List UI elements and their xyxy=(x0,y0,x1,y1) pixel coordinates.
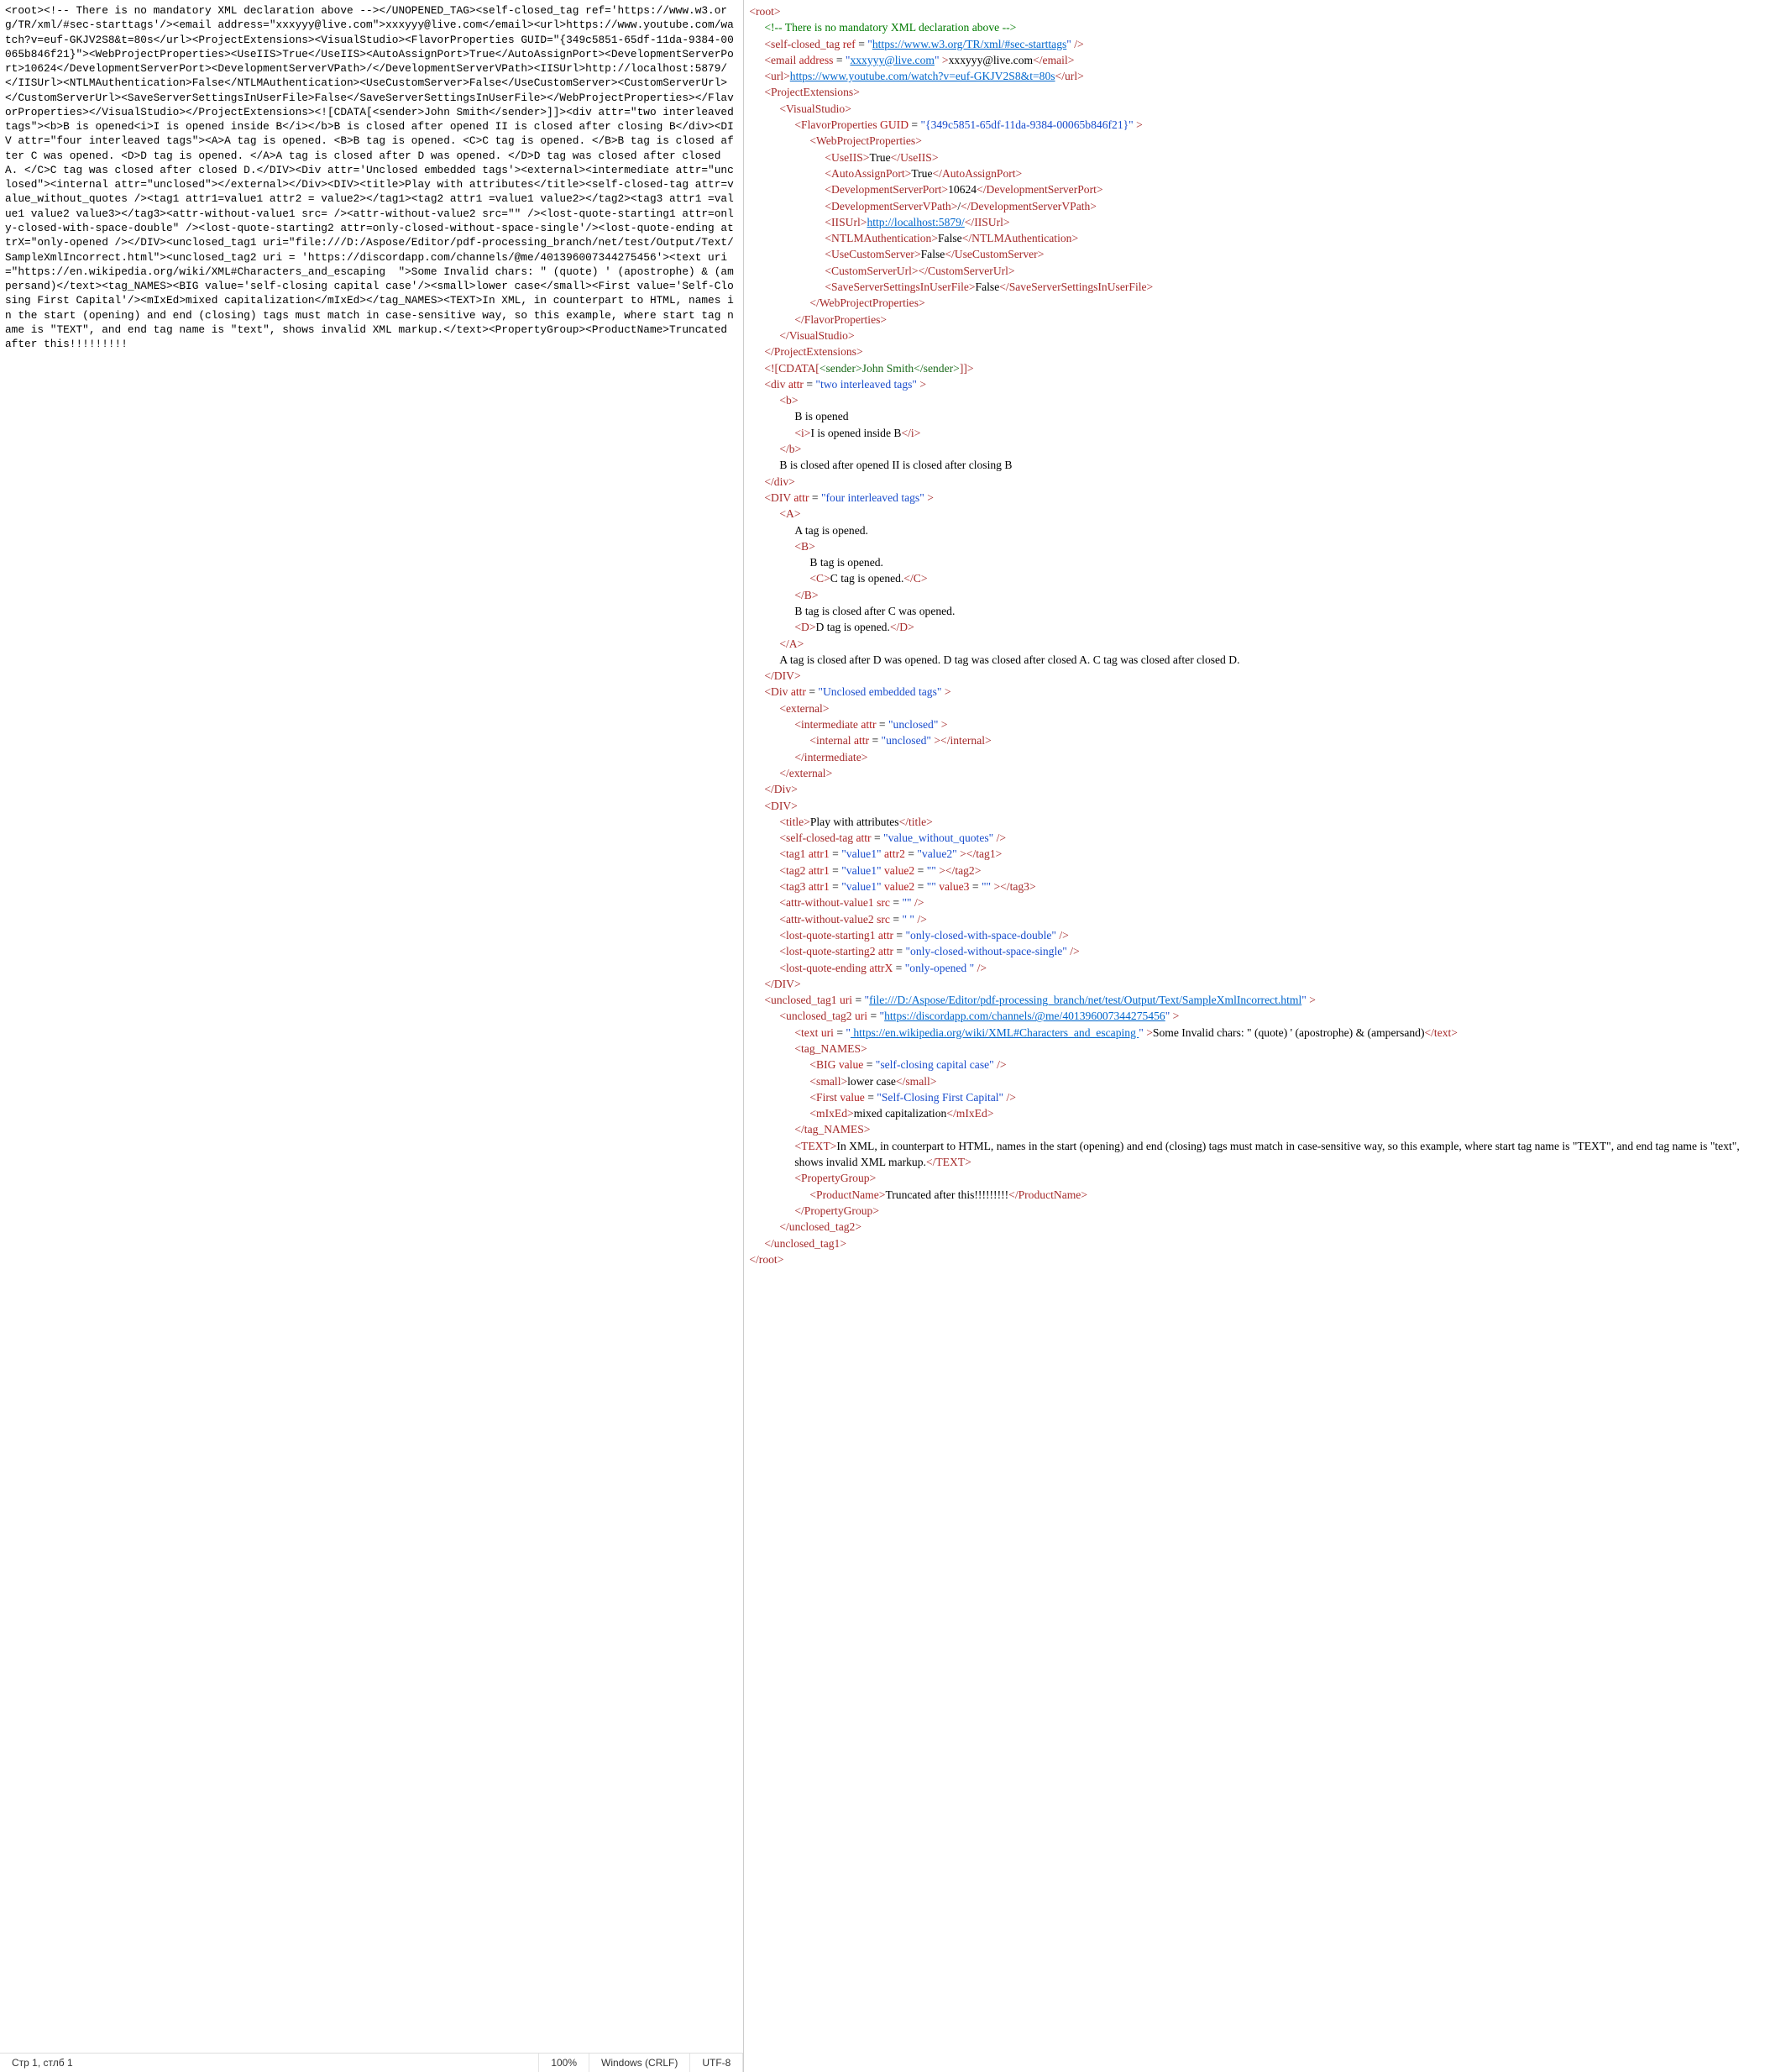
xml-line: </B> xyxy=(749,587,1765,603)
xml-line: <text uri = " https://en.wikipedia.org/w… xyxy=(749,1025,1765,1041)
xml-line: <internal attr = "unclosed" ></internal> xyxy=(749,732,1765,748)
xml-line: </external> xyxy=(749,765,1765,781)
xml-line: <DevelopmentServerVPath>/</DevelopmentSe… xyxy=(749,198,1765,214)
status-zoom[interactable]: 100% xyxy=(539,2054,589,2072)
xml-line: <SaveServerSettingsInUserFile>False</Sav… xyxy=(749,279,1765,295)
xml-line: <IISUrl>http://localhost:5879/</IISUrl> xyxy=(749,214,1765,230)
xml-line: <url>https://www.youtube.com/watch?v=euf… xyxy=(749,68,1765,84)
xml-line: <D>D tag is opened.</D> xyxy=(749,619,1765,635)
formatted-xml-pane[interactable]: <root><!-- There is no mandatory XML dec… xyxy=(744,0,1770,2072)
raw-xml-text[interactable]: <root><!-- There is no mandatory XML dec… xyxy=(0,0,743,2053)
xml-line: </VisualStudio> xyxy=(749,328,1765,344)
xml-line: <CustomServerUrl></CustomServerUrl> xyxy=(749,263,1765,279)
xml-line: <B> xyxy=(749,538,1765,554)
xml-line: <i>I is opened inside B</i> xyxy=(749,425,1765,441)
xml-line: </b> xyxy=(749,441,1765,457)
xml-line: <tag_NAMES> xyxy=(749,1041,1765,1057)
xml-line: A tag is closed after D was opened. D ta… xyxy=(749,652,1765,668)
xml-line: <A> xyxy=(749,506,1765,522)
xml-line: <DevelopmentServerPort>10624</Developmen… xyxy=(749,181,1765,197)
xml-line: </ProjectExtensions> xyxy=(749,344,1765,359)
xml-line: A tag is opened. xyxy=(749,522,1765,538)
xml-line: <UseIIS>True</UseIIS> xyxy=(749,149,1765,165)
xml-line: <DIV> xyxy=(749,798,1765,814)
xml-line: <C>C tag is opened.</C> xyxy=(749,570,1765,586)
xml-line: <PropertyGroup> xyxy=(749,1170,1765,1186)
xml-line: <tag1 attr1 = "value1" attr2 = "value2" … xyxy=(749,846,1765,862)
xml-line: </unclosed_tag2> xyxy=(749,1219,1765,1235)
xml-line: <![CDATA[<sender>John Smith</sender>]]> xyxy=(749,360,1765,376)
xml-line: <unclosed_tag1 uri = "file:///D:/Aspose/… xyxy=(749,992,1765,1008)
xml-line: <root> xyxy=(749,3,1765,19)
xml-line: <div attr = "two interleaved tags" > xyxy=(749,376,1765,392)
xml-line: <AutoAssignPort>True</AutoAssignPort> xyxy=(749,165,1765,181)
xml-line: <TEXT>In XML, in counterpart to HTML, na… xyxy=(749,1138,1765,1171)
xml-line: <FlavorProperties GUID = "{349c5851-65df… xyxy=(749,117,1765,133)
formatted-xml-tree: <root><!-- There is no mandatory XML dec… xyxy=(749,3,1765,1267)
xml-line: <ProjectExtensions> xyxy=(749,84,1765,100)
xml-line: </unclosed_tag1> xyxy=(749,1235,1765,1251)
xml-line: <attr-without-value2 src = " " /> xyxy=(749,911,1765,927)
status-encoding[interactable]: UTF-8 xyxy=(690,2054,743,2072)
xml-line: <mIxEd>mixed capitalization</mIxEd> xyxy=(749,1105,1765,1121)
xml-line: <lost-quote-ending attrX = "only-opened … xyxy=(749,960,1765,976)
status-eol[interactable]: Windows (CRLF) xyxy=(589,2054,690,2072)
xml-line: <unclosed_tag2 uri = "https://discordapp… xyxy=(749,1008,1765,1024)
xml-line: </Div> xyxy=(749,781,1765,797)
xml-line: <self-closed-tag attr = "value_without_q… xyxy=(749,830,1765,846)
xml-line: <external> xyxy=(749,700,1765,716)
xml-line: </DIV> xyxy=(749,668,1765,684)
xml-line: </intermediate> xyxy=(749,749,1765,765)
xml-line: <lost-quote-starting2 attr = "only-close… xyxy=(749,943,1765,959)
status-position: Стр 1, стлб 1 xyxy=(0,2054,539,2072)
xml-line: <WebProjectProperties> xyxy=(749,133,1765,149)
xml-line: <ProductName>Truncated after this!!!!!!!… xyxy=(749,1187,1765,1203)
xml-line: <Div attr = "Unclosed embedded tags" > xyxy=(749,684,1765,700)
xml-line: B is opened xyxy=(749,408,1765,424)
xml-line: B is closed after opened II is closed af… xyxy=(749,457,1765,473)
xml-line: </tag_NAMES> xyxy=(749,1121,1765,1137)
xml-line: B tag is closed after C was opened. xyxy=(749,603,1765,619)
xml-line: <UseCustomServer>False</UseCustomServer> xyxy=(749,246,1765,262)
xml-line: </FlavorProperties> xyxy=(749,312,1765,328)
xml-line: B tag is opened. xyxy=(749,554,1765,570)
xml-line: </div> xyxy=(749,474,1765,490)
xml-line: <self-closed_tag ref = "https://www.w3.o… xyxy=(749,36,1765,52)
xml-line: <DIV attr = "four interleaved tags" > xyxy=(749,490,1765,506)
xml-line: <lost-quote-starting1 attr = "only-close… xyxy=(749,927,1765,943)
raw-xml-pane[interactable]: <root><!-- There is no mandatory XML dec… xyxy=(0,0,744,2072)
xml-line: <intermediate attr = "unclosed" > xyxy=(749,716,1765,732)
xml-line: <small>lower case</small> xyxy=(749,1073,1765,1089)
xml-line: <tag2 attr1 = "value1" value2 = "" ></ta… xyxy=(749,863,1765,879)
xml-line: <tag3 attr1 = "value1" value2 = "" value… xyxy=(749,879,1765,894)
xml-line: <First value = "Self-Closing First Capit… xyxy=(749,1089,1765,1105)
xml-line: <VisualStudio> xyxy=(749,101,1765,117)
xml-line: </WebProjectProperties> xyxy=(749,295,1765,311)
xml-line: </PropertyGroup> xyxy=(749,1203,1765,1219)
xml-line: <b> xyxy=(749,392,1765,408)
xml-line: <NTLMAuthentication>False</NTLMAuthentic… xyxy=(749,230,1765,246)
xml-line: <BIG value = "self-closing capital case"… xyxy=(749,1057,1765,1073)
xml-line: <attr-without-value1 src = "" /> xyxy=(749,894,1765,910)
xml-line: </DIV> xyxy=(749,976,1765,992)
status-bar: Стр 1, стлб 1 100% Windows (CRLF) UTF-8 xyxy=(0,2053,743,2072)
xml-line: <email address = "xxxyyy@live.com" >xxxy… xyxy=(749,52,1765,68)
xml-line: </root> xyxy=(749,1251,1765,1267)
xml-line: <!-- There is no mandatory XML declarati… xyxy=(749,19,1765,35)
xml-line: </A> xyxy=(749,636,1765,652)
xml-line: <title>Play with attributes</title> xyxy=(749,814,1765,830)
